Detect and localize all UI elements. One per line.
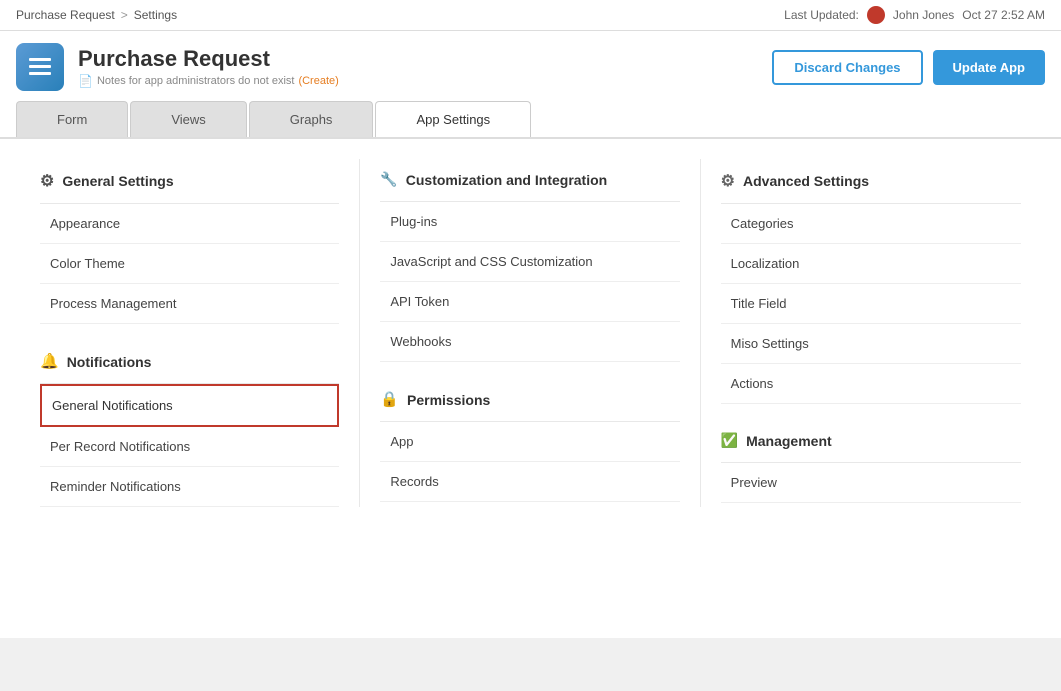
user-name: John Jones [893,8,954,22]
process-management-item[interactable]: Process Management [40,284,339,324]
management-header: Management [721,420,1021,463]
actions-item[interactable]: Actions [721,364,1021,404]
api-token-item[interactable]: API Token [380,282,679,322]
app-title-area: Purchase Request Notes for app administr… [78,46,339,88]
lock-icon [380,390,399,409]
tab-form[interactable]: Form [16,101,128,137]
permissions-section: Permissions App Records [380,378,679,502]
notes-text: Notes for app administrators do not exis… [97,75,294,87]
general-notifications-item[interactable]: General Notifications [40,384,339,427]
notifications-title: Notifications [67,354,152,370]
settings-col-3: Advanced Settings Categories Localizatio… [701,159,1041,507]
gear-icon [40,171,54,191]
breadcrumb: Purchase Request > Settings [16,8,177,22]
tab-views[interactable]: Views [130,101,246,137]
permissions-title: Permissions [407,392,490,408]
last-updated-label: Last Updated: [784,8,859,22]
advanced-icon [721,171,735,191]
discard-changes-button[interactable]: Discard Changes [772,50,922,85]
top-bar-right: Last Updated: John Jones Oct 27 2:52 AM [784,6,1045,24]
app-permissions-item[interactable]: App [380,422,679,462]
management-title: Management [746,433,832,449]
plugins-item[interactable]: Plug-ins [380,202,679,242]
header-buttons: Discard Changes Update App [772,50,1045,85]
page-header: Purchase Request Notes for app administr… [0,31,1061,138]
header-left: Purchase Request Notes for app administr… [16,43,339,91]
localization-item[interactable]: Localization [721,244,1021,284]
general-settings-title: General Settings [62,173,173,189]
breadcrumb-parent[interactable]: Purchase Request [16,8,115,22]
reminder-notifications-item[interactable]: Reminder Notifications [40,467,339,507]
app-icon-svg [26,53,54,81]
customization-header: Customization and Integration [380,159,679,202]
advanced-settings-title: Advanced Settings [743,173,869,189]
per-record-notifications-item[interactable]: Per Record Notifications [40,427,339,467]
notes-icon [78,74,93,88]
user-avatar [867,6,885,24]
customization-title: Customization and Integration [406,172,607,188]
tabs: Form Views Graphs App Settings [16,101,1045,137]
preview-item[interactable]: Preview [721,463,1021,503]
update-app-button[interactable]: Update App [933,50,1045,85]
settings-grid: General Settings Appearance Color Theme … [20,159,1041,507]
categories-item[interactable]: Categories [721,204,1021,244]
tab-graphs[interactable]: Graphs [249,101,374,137]
tab-app-settings[interactable]: App Settings [375,101,531,137]
header-top: Purchase Request Notes for app administr… [16,43,1045,91]
create-notes-link[interactable]: (Create) [298,75,338,87]
breadcrumb-sep: > [121,8,128,22]
app-icon [16,43,64,91]
color-theme-item[interactable]: Color Theme [40,244,339,284]
settings-col-1: General Settings Appearance Color Theme … [20,159,360,507]
webhooks-item[interactable]: Webhooks [380,322,679,362]
settings-col-2: Customization and Integration Plug-ins J… [360,159,700,507]
page-title: Purchase Request [78,46,339,72]
title-field-item[interactable]: Title Field [721,284,1021,324]
bell-icon [40,352,59,371]
management-icon [721,432,738,450]
js-css-item[interactable]: JavaScript and CSS Customization [380,242,679,282]
general-settings-header: General Settings [40,159,339,204]
breadcrumb-current: Settings [134,8,177,22]
timestamp: Oct 27 2:52 AM [962,8,1045,22]
miso-settings-item[interactable]: Miso Settings [721,324,1021,364]
advanced-settings-header: Advanced Settings [721,159,1021,204]
management-section: Management Preview [721,420,1021,503]
wrench-icon [380,171,397,189]
permissions-header: Permissions [380,378,679,422]
notifications-section: Notifications General Notifications Per … [40,340,339,507]
notifications-header: Notifications [40,340,339,384]
records-permissions-item[interactable]: Records [380,462,679,502]
top-bar: Purchase Request > Settings Last Updated… [0,0,1061,31]
app-notes: Notes for app administrators do not exis… [78,74,339,88]
appearance-item[interactable]: Appearance [40,204,339,244]
main-content: General Settings Appearance Color Theme … [0,138,1061,638]
